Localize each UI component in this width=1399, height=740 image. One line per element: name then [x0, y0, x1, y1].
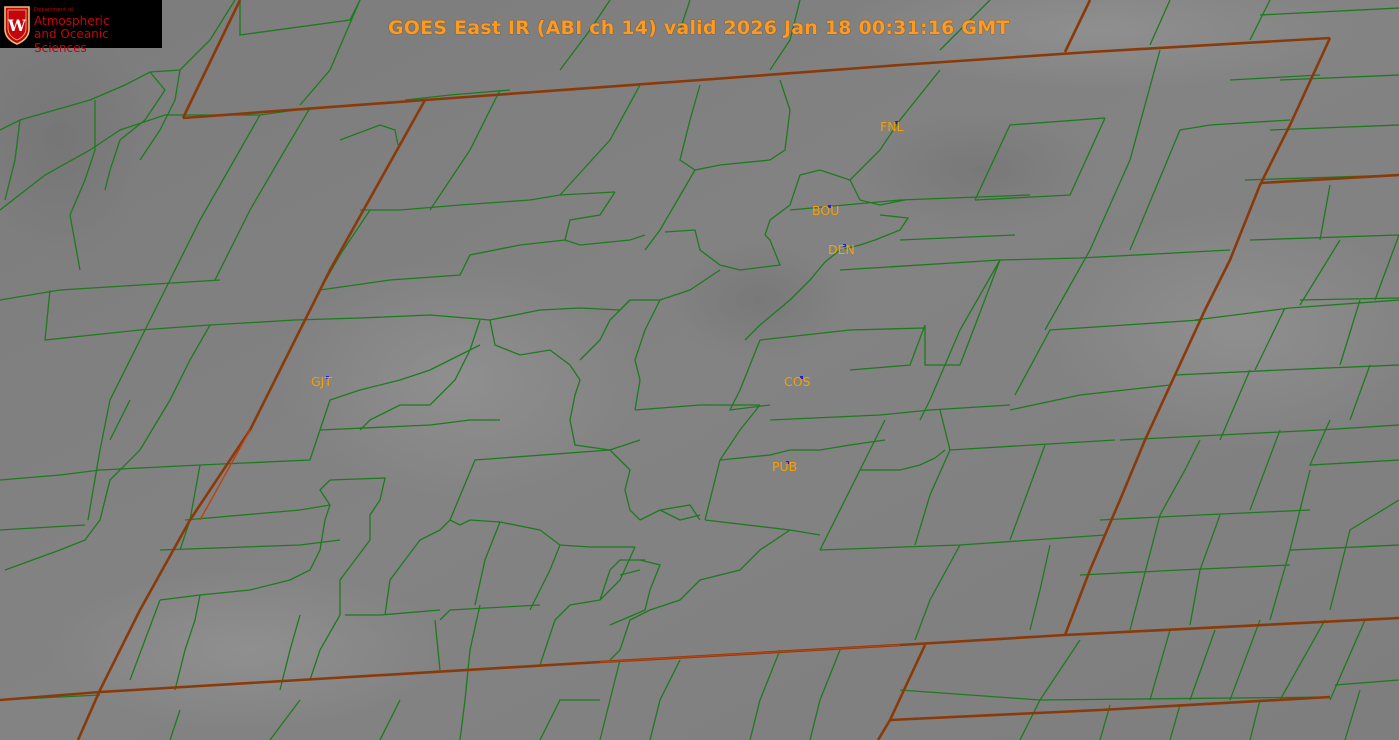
- uw-seal-icon: W: [4, 6, 30, 45]
- station-label-gjt: GJT: [311, 374, 333, 389]
- station-label-den: DEN: [828, 242, 855, 257]
- logo-line-2: and Oceanic Sciences: [34, 27, 109, 55]
- station-label-pub: PUB: [772, 459, 798, 474]
- station-label-cos: COS: [784, 374, 811, 389]
- svg-text:W: W: [7, 16, 27, 35]
- ir-satellite-map: [0, 0, 1399, 740]
- station-label-fnl: FNL: [880, 119, 904, 134]
- logo-department: Department of: [34, 7, 74, 13]
- image-title: GOES East IR (ABI ch 14) valid 2026 Jan …: [388, 17, 1010, 39]
- uw-aos-logo: W Department of Atmospheric and Oceanic …: [0, 0, 162, 55]
- station-label-bou: BOU: [812, 203, 840, 218]
- logo-line-1: Atmospheric: [34, 14, 110, 28]
